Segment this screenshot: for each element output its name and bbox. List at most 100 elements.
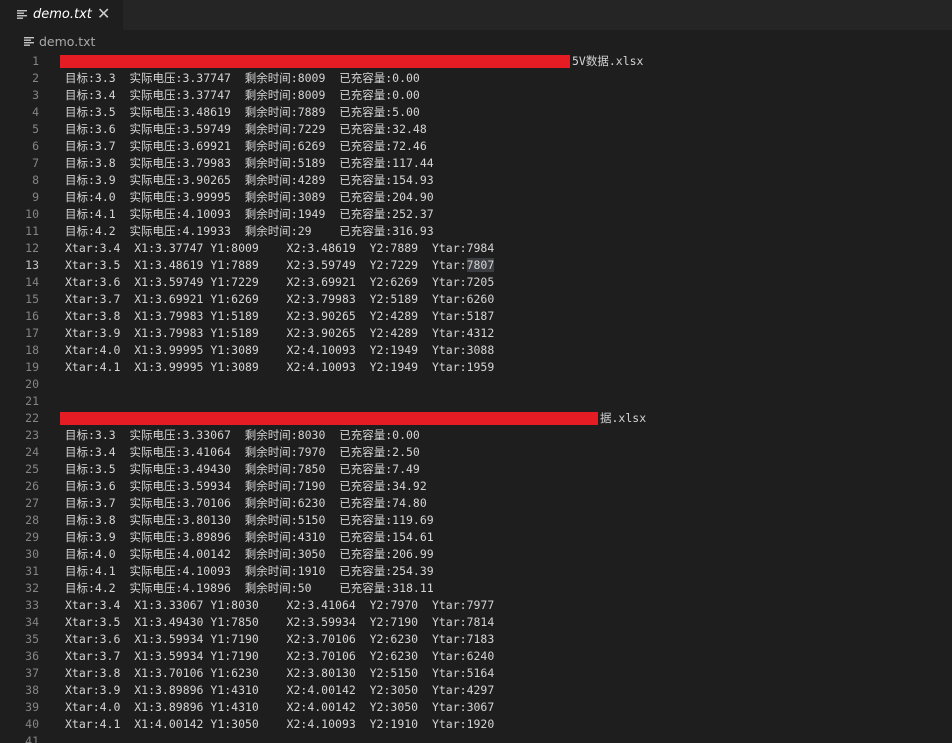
line-text: Xtar:3.6 X1:3.59749 Y1:7229 X2:3.69921 Y… bbox=[65, 275, 495, 289]
editor-line[interactable]: 26 目标:3.6 实际电压:3.59934 剩余时间:7190 已充容量:34.… bbox=[0, 478, 952, 495]
line-text: 目标:3.4 实际电压:3.41064 剩余时间:7970 已充容量:2.50 bbox=[65, 445, 420, 459]
line-number: 19 bbox=[25, 360, 39, 374]
line-number: 15 bbox=[25, 292, 39, 306]
line-text-prefix: Xtar:3.5 X1:3.48619 Y1:7889 X2:3.59749 Y… bbox=[65, 258, 467, 272]
line-number: 30 bbox=[25, 547, 39, 561]
line-text: Xtar:3.6 X1:3.59934 Y1:7190 X2:3.70106 Y… bbox=[65, 632, 495, 646]
editor-line[interactable]: 28 目标:3.8 实际电压:3.80130 剩余时间:5150 已充容量:119… bbox=[0, 512, 952, 529]
editor-line[interactable]: 6 目标:3.7 实际电压:3.69921 剩余时间:6269 已充容量:72.4… bbox=[0, 138, 952, 155]
line-number: 5 bbox=[32, 122, 39, 136]
editor-line[interactable]: 30 目标:4.0 实际电压:4.00142 剩余时间:3050 已充容量:206… bbox=[0, 546, 952, 563]
editor-line[interactable]: 1 5V数据.xlsx bbox=[0, 53, 952, 70]
line-number: 40 bbox=[25, 717, 39, 731]
editor-line[interactable]: 38 Xtar:3.9 X1:3.89896 Y1:4310 X2:4.00142… bbox=[0, 682, 952, 699]
breadcrumb-file[interactable]: demo.txt bbox=[39, 34, 95, 49]
line-text: 目标:3.6 实际电压:3.59934 剩余时间:7190 已充容量:34.92 bbox=[65, 479, 427, 493]
line-text: Xtar:3.5 X1:3.48619 Y1:7889 X2:3.59749 Y… bbox=[65, 257, 495, 274]
tab-label: demo.txt bbox=[33, 7, 92, 22]
editor-line[interactable]: 41 bbox=[0, 733, 952, 743]
editor-line[interactable]: 3 目标:3.4 实际电压:3.37747 剩余时间:8009 已充容量:0.00 bbox=[0, 87, 952, 104]
editor-line[interactable]: 25 目标:3.5 实际电压:3.49430 剩余时间:7850 已充容量:7.4… bbox=[0, 461, 952, 478]
line-text: Xtar:4.1 X1:4.00142 Y1:3050 X2:4.10093 Y… bbox=[65, 717, 495, 731]
line-text: 目标:3.9 实际电压:3.90265 剩余时间:4289 已充容量:154.9… bbox=[65, 173, 434, 187]
line-text: Xtar:3.7 X1:3.69921 Y1:6269 X2:3.79983 Y… bbox=[65, 292, 495, 306]
line-number: 27 bbox=[25, 496, 39, 510]
line-number: 21 bbox=[25, 394, 39, 408]
line-number: 16 bbox=[25, 309, 39, 323]
editor-line[interactable]: 23 目标:3.3 实际电压:3.33067 剩余时间:8030 已充容量:0.0… bbox=[0, 427, 952, 444]
line-number: 20 bbox=[25, 377, 39, 391]
text-editor[interactable]: 1 5V数据.xlsx 2 目标:3.3 实际电压:3.37747 剩余时间:8009… bbox=[0, 53, 952, 743]
line-text: Xtar:4.1 X1:3.99995 Y1:3089 X2:4.10093 Y… bbox=[65, 360, 495, 374]
line-text: Xtar:3.4 X1:3.33067 Y1:8030 X2:3.41064 Y… bbox=[65, 598, 495, 612]
editor-line[interactable]: 29 目标:3.9 实际电压:3.89896 剩余时间:4310 已充容量:154… bbox=[0, 529, 952, 546]
editor-line[interactable]: 20 bbox=[0, 376, 952, 393]
line-text: Xtar:3.5 X1:3.49430 Y1:7850 X2:3.59934 Y… bbox=[65, 615, 495, 629]
editor-line[interactable]: 21 bbox=[0, 393, 952, 410]
line-text: 目标:3.5 实际电压:3.48619 剩余时间:7889 已充容量:5.00 bbox=[65, 105, 420, 119]
line-number: 9 bbox=[32, 190, 39, 204]
editor-line[interactable]: 2 目标:3.3 实际电压:3.37747 剩余时间:8009 已充容量:0.00 bbox=[0, 70, 952, 87]
line-number: 17 bbox=[25, 326, 39, 340]
editor-line[interactable]: 10 目标:4.1 实际电压:4.10093 剩余时间:1949 已充容量:252… bbox=[0, 206, 952, 223]
line-number: 11 bbox=[25, 224, 39, 238]
line-text: 目标:4.1 实际电压:4.10093 剩余时间:1910 已充容量:254.3… bbox=[65, 564, 434, 578]
editor-line[interactable]: 35 Xtar:3.6 X1:3.59934 Y1:7190 X2:3.70106… bbox=[0, 631, 952, 648]
breadcrumb: demo.txt bbox=[0, 30, 952, 52]
editor-line[interactable]: 12 Xtar:3.4 X1:3.37747 Y1:8009 X2:3.48619… bbox=[0, 240, 952, 257]
line-number: 2 bbox=[32, 71, 39, 85]
line-number: 6 bbox=[32, 139, 39, 153]
line-text: 目标:4.2 实际电压:4.19933 剩余时间:29 已充容量:316.93 bbox=[65, 224, 434, 238]
line-text: 目标:3.3 实际电压:3.33067 剩余时间:8030 已充容量:0.00 bbox=[65, 428, 420, 442]
line-number: 38 bbox=[25, 683, 39, 697]
editor-line[interactable]: 13 Xtar:3.5 X1:3.48619 Y1:7889 X2:3.59749… bbox=[0, 257, 952, 274]
editor-line[interactable]: 8 目标:3.9 实际电压:3.90265 剩余时间:4289 已充容量:154.… bbox=[0, 172, 952, 189]
line-number: 36 bbox=[25, 649, 39, 663]
editor-line[interactable]: 27 目标:3.7 实际电压:3.70106 剩余时间:6230 已充容量:74.… bbox=[0, 495, 952, 512]
editor-line[interactable]: 34 Xtar:3.5 X1:3.49430 Y1:7850 X2:3.59934… bbox=[0, 614, 952, 631]
line-number: 34 bbox=[25, 615, 39, 629]
line-text: 目标:3.7 实际电压:3.70106 剩余时间:6230 已充容量:74.80 bbox=[65, 496, 427, 510]
text-file-icon bbox=[24, 37, 34, 46]
tab-bar: demo.txt ✕ bbox=[0, 0, 952, 30]
line-number: 8 bbox=[32, 173, 39, 187]
line-text: Xtar:4.0 X1:3.99995 Y1:3089 X2:4.10093 Y… bbox=[65, 343, 495, 357]
editor-line[interactable]: 33 Xtar:3.4 X1:3.33067 Y1:8030 X2:3.41064… bbox=[0, 597, 952, 614]
line-number: 22 bbox=[25, 411, 39, 425]
line-text: 目标:3.9 实际电压:3.89896 剩余时间:4310 已充容量:154.6… bbox=[65, 530, 434, 544]
line-number: 3 bbox=[32, 88, 39, 102]
editor-line[interactable]: 22 据.xlsx bbox=[0, 410, 952, 427]
editor-line[interactable]: 39 Xtar:4.0 X1:3.89896 Y1:4310 X2:4.00142… bbox=[0, 699, 952, 716]
line-text: Xtar:3.8 X1:3.70106 Y1:6230 X2:3.80130 Y… bbox=[65, 666, 495, 680]
line-number: 37 bbox=[25, 666, 39, 680]
line-number: 39 bbox=[25, 700, 39, 714]
tab-demo-txt[interactable]: demo.txt ✕ bbox=[0, 0, 123, 30]
editor-line[interactable]: 19 Xtar:4.1 X1:3.99995 Y1:3089 X2:4.10093… bbox=[0, 359, 952, 376]
close-icon[interactable]: ✕ bbox=[97, 5, 110, 23]
editor-line[interactable]: 7 目标:3.8 实际电压:3.79983 剩余时间:5189 已充容量:117.… bbox=[0, 155, 952, 172]
line-text: Xtar:3.4 X1:3.37747 Y1:8009 X2:3.48619 Y… bbox=[65, 241, 495, 255]
editor-line[interactable]: 18 Xtar:4.0 X1:3.99995 Y1:3089 X2:4.10093… bbox=[0, 342, 952, 359]
editor-line[interactable]: 32 目标:4.2 实际电压:4.19896 剩余时间:50 已充容量:318.1… bbox=[0, 580, 952, 597]
editor-line[interactable]: 15 Xtar:3.7 X1:3.69921 Y1:6269 X2:3.79983… bbox=[0, 291, 952, 308]
editor-line[interactable]: 5 目标:3.6 实际电压:3.59749 剩余时间:7229 已充容量:32.4… bbox=[0, 121, 952, 138]
editor-line[interactable]: 9 目标:4.0 实际电压:3.99995 剩余时间:3089 已充容量:204.… bbox=[0, 189, 952, 206]
editor-line[interactable]: 4 目标:3.5 实际电压:3.48619 剩余时间:7889 已充容量:5.00 bbox=[0, 104, 952, 121]
editor-line[interactable]: 16 Xtar:3.8 X1:3.79983 Y1:5189 X2:3.90265… bbox=[0, 308, 952, 325]
line-text: 目标:3.5 实际电压:3.49430 剩余时间:7850 已充容量:7.49 bbox=[65, 462, 420, 476]
editor-line[interactable]: 40 Xtar:4.1 X1:4.00142 Y1:3050 X2:4.10093… bbox=[0, 716, 952, 733]
line-text: Xtar:3.9 X1:3.89896 Y1:4310 X2:4.00142 Y… bbox=[65, 683, 495, 697]
line-number: 14 bbox=[25, 275, 39, 289]
editor-line[interactable]: 36 Xtar:3.7 X1:3.59934 Y1:7190 X2:3.70106… bbox=[0, 648, 952, 665]
line-number: 33 bbox=[25, 598, 39, 612]
editor-line[interactable]: 14 Xtar:3.6 X1:3.59749 Y1:7229 X2:3.69921… bbox=[0, 274, 952, 291]
line-text: 目标:4.0 实际电压:3.99995 剩余时间:3089 已充容量:204.9… bbox=[65, 190, 434, 204]
editor-line[interactable]: 31 目标:4.1 实际电压:4.10093 剩余时间:1910 已充容量:254… bbox=[0, 563, 952, 580]
editor-line[interactable]: 17 Xtar:3.9 X1:3.79983 Y1:5189 X2:3.90265… bbox=[0, 325, 952, 342]
redaction-bar bbox=[60, 55, 570, 68]
editor-line[interactable]: 11 目标:4.2 实际电压:4.19933 剩余时间:29 已充容量:316.9… bbox=[0, 223, 952, 240]
editor-line[interactable]: 24 目标:3.4 实际电压:3.41064 剩余时间:7970 已充容量:2.5… bbox=[0, 444, 952, 461]
editor-line[interactable]: 37 Xtar:3.8 X1:3.70106 Y1:6230 X2:3.80130… bbox=[0, 665, 952, 682]
line-text: 目标:3.3 实际电压:3.37747 剩余时间:8009 已充容量:0.00 bbox=[65, 71, 420, 85]
line-number: 32 bbox=[25, 581, 39, 595]
